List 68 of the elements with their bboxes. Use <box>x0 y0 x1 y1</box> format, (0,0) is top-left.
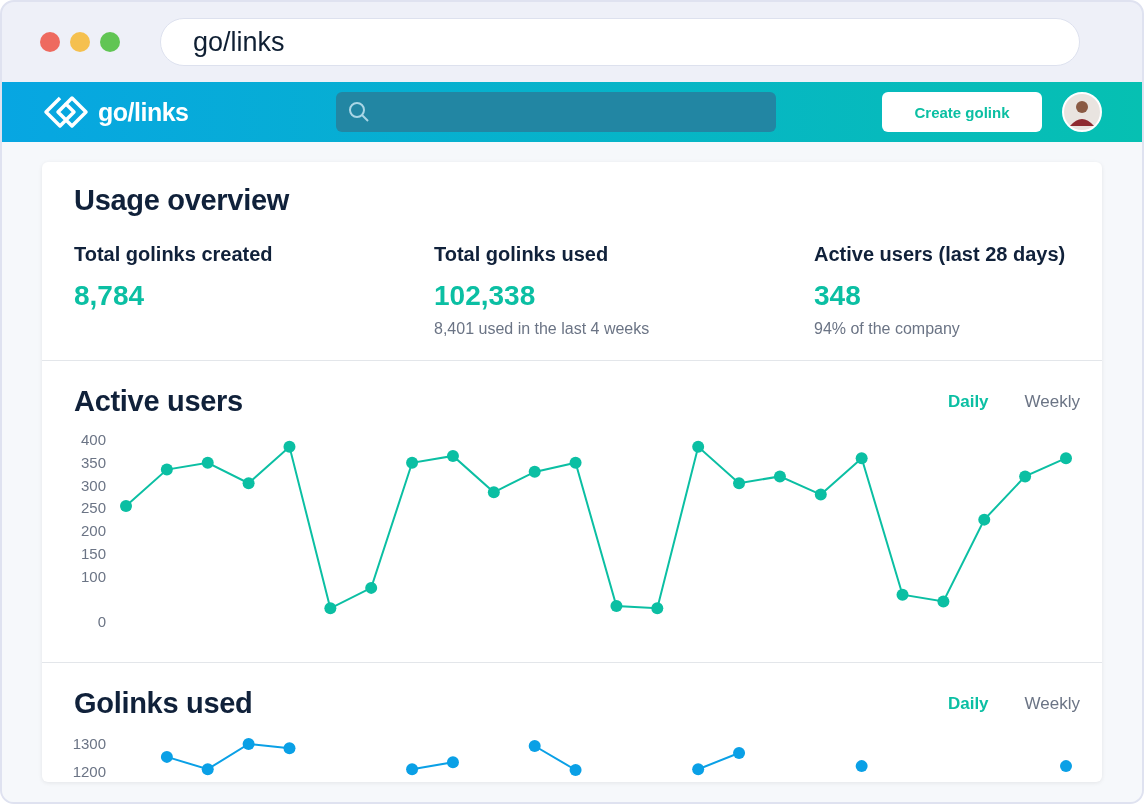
data-point <box>160 463 173 476</box>
link-logo-icon <box>42 94 90 130</box>
stat-value: 8,784 <box>74 280 146 312</box>
data-point <box>692 763 705 776</box>
data-point <box>1019 470 1032 483</box>
data-point <box>324 602 337 615</box>
data-point <box>283 742 296 755</box>
data-point <box>733 746 746 759</box>
search-field[interactable] <box>336 92 776 132</box>
stat-value: 102,338 <box>434 280 537 312</box>
data-point <box>896 588 909 601</box>
axis-tick-label: 200 <box>80 522 106 539</box>
data-point <box>692 440 705 453</box>
data-point <box>1060 760 1072 773</box>
data-point <box>814 488 827 501</box>
window-control-icon[interactable] <box>40 32 60 52</box>
axis-tick-label: 1200 <box>72 763 106 780</box>
data-point <box>406 763 419 776</box>
axis-tick-label: 0 <box>97 613 106 630</box>
data-point <box>201 763 214 776</box>
data-point <box>528 465 541 478</box>
period-tab[interactable]: Weekly <box>1024 693 1080 714</box>
data-point <box>651 602 664 615</box>
axis-tick-label: 350 <box>80 453 106 471</box>
avatar-icon[interactable] <box>1062 92 1102 132</box>
data-point <box>160 750 173 763</box>
data-point <box>855 452 868 465</box>
data-point <box>610 600 623 613</box>
data-point <box>201 456 214 469</box>
window-control-icon[interactable] <box>100 32 120 52</box>
window-control-icon[interactable] <box>70 32 90 52</box>
chart-title: Active users <box>74 385 243 418</box>
data-point <box>487 486 500 499</box>
data-point <box>569 764 582 777</box>
data-point <box>283 440 296 453</box>
data-point <box>242 738 255 750</box>
data-point <box>569 456 582 469</box>
axis-tick-label: 1300 <box>72 735 106 752</box>
data-point <box>446 756 459 769</box>
axis-tick-label: 150 <box>80 544 106 562</box>
axis-tick-label: 300 <box>80 476 106 494</box>
stat-note: 94% of the company <box>814 320 961 338</box>
stat-label: Active users (last 28 days) <box>814 243 1067 266</box>
data-point <box>733 477 746 490</box>
stat-note: 8,401 used in the last 4 weeks <box>434 320 651 338</box>
stat-label: Total golinks created <box>74 243 274 266</box>
data-point <box>528 739 541 752</box>
data-point <box>937 595 950 608</box>
stat-value: 348 <box>814 280 862 312</box>
data-point <box>773 470 786 483</box>
data-point <box>1060 452 1072 465</box>
data-point <box>978 513 991 526</box>
data-point <box>120 500 132 512</box>
data-point <box>406 456 419 469</box>
axis-tick-label: 400 <box>80 431 106 448</box>
section-title: Usage overview <box>74 184 291 217</box>
axis-tick-label: 100 <box>80 567 106 585</box>
data-point <box>242 477 255 490</box>
period-tab[interactable]: Weekly <box>1024 391 1080 412</box>
chart-title: Golinks used <box>74 687 253 720</box>
data-point <box>855 760 868 773</box>
search-icon <box>348 101 370 123</box>
axis-tick-label: 250 <box>80 499 106 517</box>
address-bar[interactable]: go/links <box>160 18 1080 66</box>
data-point <box>446 449 459 462</box>
stat-label: Total golinks used <box>434 243 610 266</box>
data-point <box>365 581 378 594</box>
logo-text: go/links <box>98 97 189 127</box>
